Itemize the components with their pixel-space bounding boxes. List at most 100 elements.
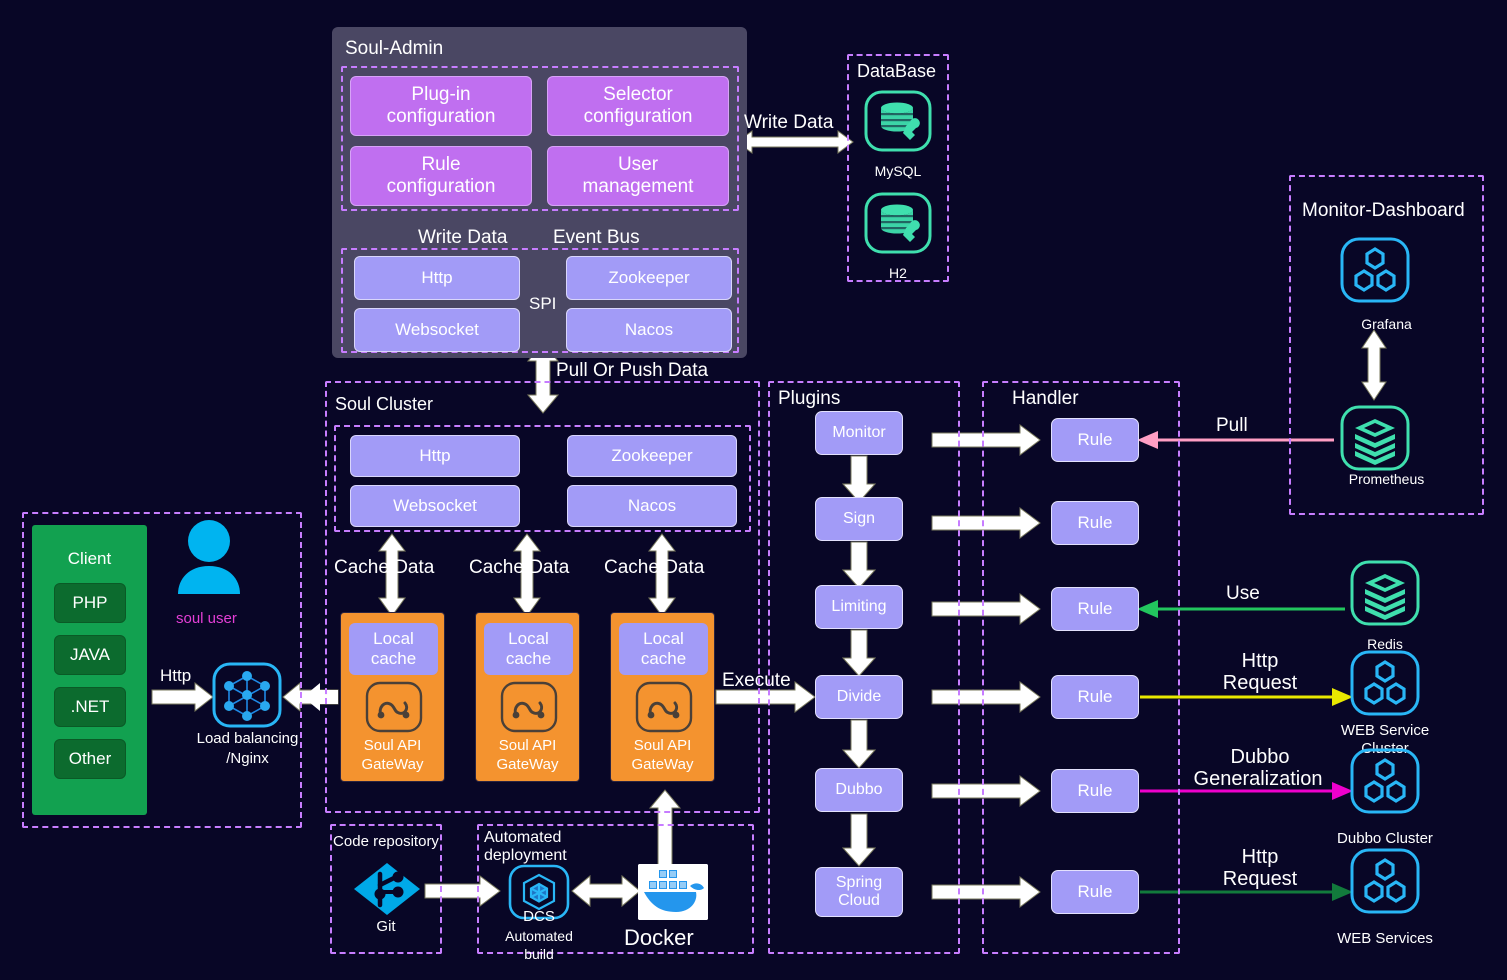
- plugin-monitor[interactable]: Monitor: [815, 411, 903, 455]
- cluster-websocket-label: Websocket: [393, 496, 477, 516]
- admin-http-label: Http: [421, 268, 453, 288]
- git-label: Git: [376, 918, 396, 935]
- handler-rule-2-label: Rule: [1077, 513, 1113, 533]
- web-services-icon: [1350, 848, 1420, 919]
- handler-rule-1-label: Rule: [1077, 430, 1113, 450]
- handler-rule-2[interactable]: Rule: [1051, 501, 1139, 545]
- handler-rule-4-label: Rule: [1077, 687, 1113, 707]
- dubbo-generalization-label-line2: Generalization: [1193, 768, 1323, 790]
- local-cache-2-line2: cache: [505, 649, 552, 668]
- cache-data-label-3: Cache Data: [604, 557, 705, 578]
- h2-label: H2: [889, 265, 907, 281]
- admin-zookeeper-box[interactable]: Zookeeper: [566, 256, 732, 300]
- client-panel-title: Client: [67, 549, 112, 568]
- plugin-configuration-box[interactable]: Plug-in configuration: [350, 76, 532, 136]
- plugin-dubbo[interactable]: Dubbo: [815, 768, 903, 812]
- database-title: DataBase: [857, 61, 937, 81]
- plugin-sign[interactable]: Sign: [815, 497, 903, 541]
- local-cache-3: Local cache: [619, 623, 708, 675]
- cluster-zookeeper-box[interactable]: Zookeeper: [567, 435, 737, 477]
- selector-configuration-box[interactable]: Selector configuration: [547, 76, 729, 136]
- local-cache-1-line1: Local: [373, 629, 414, 649]
- handler-rule-4[interactable]: Rule: [1051, 675, 1139, 719]
- client-lang-java[interactable]: JAVA: [54, 635, 126, 675]
- handler-rule-6-label: Rule: [1077, 882, 1113, 902]
- pull-label: Pull: [1216, 415, 1248, 436]
- plugin-divide-label: Divide: [836, 687, 882, 705]
- user-management-line2: management: [582, 176, 694, 197]
- admin-websocket-box[interactable]: Websocket: [354, 308, 520, 352]
- rule-configuration-box[interactable]: Rule configuration: [350, 146, 532, 206]
- plugin-dubbo-label: Dubbo: [835, 780, 883, 798]
- pull-or-push-data-label: Pull Or Push Data: [556, 360, 709, 381]
- local-cache-1-line2: cache: [370, 649, 417, 668]
- user-management-line1: User: [617, 154, 659, 176]
- dcs-label-line2: Automated: [505, 928, 573, 944]
- soul-user-label: soul user: [176, 610, 237, 627]
- gateway-name-1-line1: Soul API: [363, 737, 422, 754]
- gateway-name-3-line2: GateWay: [631, 756, 694, 773]
- client-http-label: Http: [160, 666, 192, 685]
- admin-nacos-box[interactable]: Nacos: [566, 308, 732, 352]
- client-lang-php-label: PHP: [72, 593, 108, 612]
- dubbo-generalization-label-line1: Dubbo: [1230, 746, 1290, 768]
- cache-data-label-2: Cache Data: [469, 557, 570, 578]
- cluster-http-label: Http: [419, 446, 451, 466]
- handler-rule-1[interactable]: Rule: [1051, 418, 1139, 462]
- handler-title: Handler: [1012, 388, 1079, 409]
- client-lang-php[interactable]: PHP: [54, 583, 126, 623]
- user-management-box[interactable]: User management: [547, 146, 729, 206]
- client-lang-dotnet[interactable]: .NET: [54, 687, 126, 727]
- admin-zookeeper-label: Zookeeper: [608, 268, 690, 288]
- gateway-name-2-line2: GateWay: [496, 756, 559, 773]
- handler-rule-6[interactable]: Rule: [1051, 870, 1139, 914]
- soul-user-icon: [172, 518, 246, 605]
- docker-label: Docker: [624, 925, 694, 950]
- git-icon: [352, 861, 422, 922]
- plugin-monitor-label: Monitor: [832, 423, 886, 441]
- client-lang-other[interactable]: Other: [54, 739, 126, 779]
- client-panel: Client PHP JAVA .NET Other: [32, 525, 147, 815]
- load-balancer-label-line1: Load balancing: [196, 730, 299, 747]
- plugin-divide[interactable]: Divide: [815, 675, 903, 719]
- handler-rule-3[interactable]: Rule: [1051, 587, 1139, 631]
- rule-configuration-line2: configuration: [386, 176, 496, 197]
- mysql-icon: [864, 90, 932, 157]
- gateway-name-1-line2: GateWay: [361, 756, 424, 773]
- plugins-title: Plugins: [778, 388, 841, 409]
- handler-rule-5-label: Rule: [1077, 781, 1113, 801]
- web-service-cluster-icon: [1350, 650, 1420, 721]
- handler-rule-5[interactable]: Rule: [1051, 769, 1139, 813]
- arrow-write-data: [736, 130, 854, 154]
- mysql-label: MySQL: [874, 163, 922, 179]
- dubbo-cluster-icon: [1350, 748, 1420, 819]
- cluster-websocket-box[interactable]: Websocket: [350, 485, 520, 527]
- http-request-web-services-label-line2: Request: [1222, 868, 1298, 890]
- redis-layers-icon: [1350, 560, 1420, 631]
- prometheus-label: Prometheus: [1348, 471, 1425, 487]
- client-lang-other-label: Other: [68, 749, 112, 768]
- web-services-label: WEB Services: [1337, 930, 1433, 947]
- cluster-http-box[interactable]: Http: [350, 435, 520, 477]
- client-lang-dotnet-label: .NET: [70, 697, 110, 716]
- soul-admin-title: Soul-Admin: [345, 38, 444, 59]
- docker-whale-icon: [638, 864, 708, 920]
- http-request-web-services-label-line1: Http: [1241, 846, 1279, 868]
- plugin-limiting[interactable]: Limiting: [815, 585, 903, 629]
- load-balancer-label-line2: /Nginx: [226, 750, 269, 767]
- soul-gateway-icon-3: [635, 681, 693, 738]
- write-data-arrow-label: Write Data: [744, 112, 834, 133]
- plugin-configuration-line1: Plug-in: [411, 84, 471, 106]
- cluster-nacos-box[interactable]: Nacos: [567, 485, 737, 527]
- admin-http-box[interactable]: Http: [354, 256, 520, 300]
- client-lang-java-label: JAVA: [70, 645, 110, 664]
- h2-icon: [864, 192, 932, 259]
- local-cache-2: Local cache: [484, 623, 573, 675]
- architecture-diagram: Soul-Admin Plug-in configuration Selecto…: [0, 0, 1507, 980]
- plugin-spring-cloud[interactable]: Spring Cloud: [815, 867, 903, 917]
- gateway-name-2-line1: Soul API: [498, 737, 557, 754]
- monitor-dashboard-title: Monitor-Dashboard: [1302, 200, 1465, 221]
- grafana-hexagons-icon: [1340, 237, 1410, 308]
- plugin-limiting-label: Limiting: [831, 597, 887, 615]
- local-cache-2-line1: Local: [508, 629, 549, 649]
